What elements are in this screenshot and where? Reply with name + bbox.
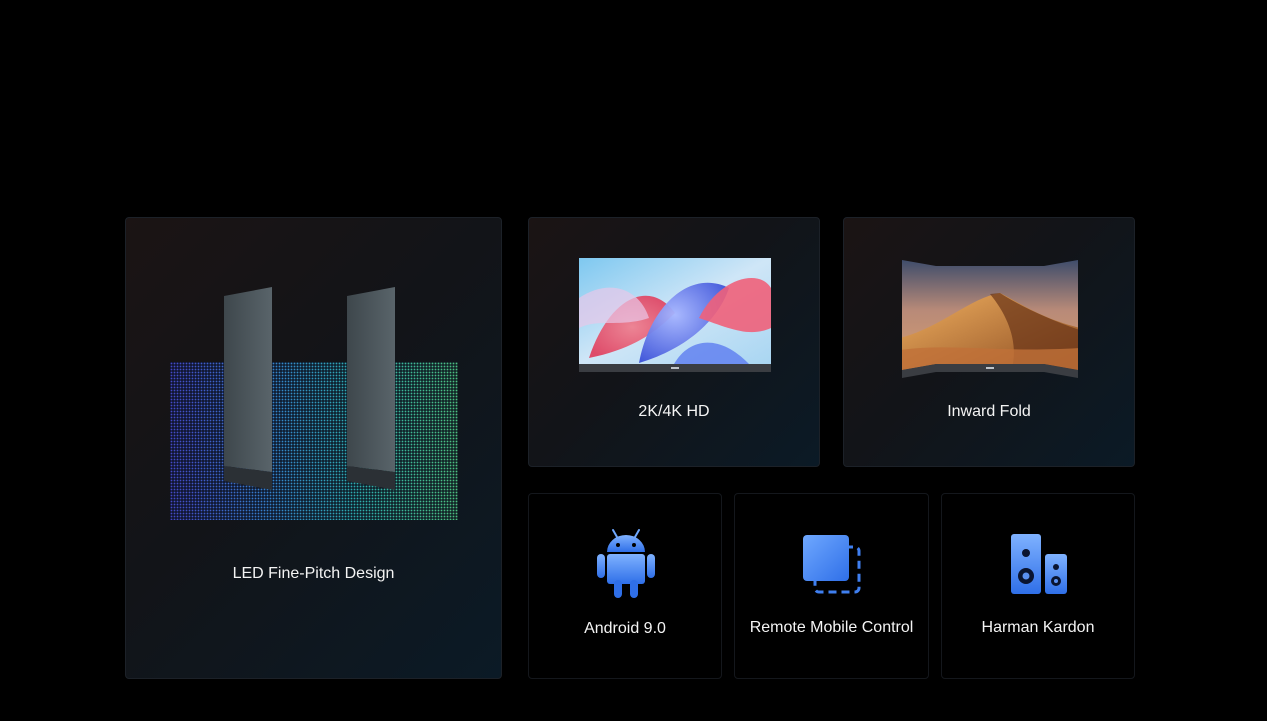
screen-cast-icon [803,535,861,594]
feature-card-remote-control: Remote Mobile Control [734,493,929,679]
feature-card-harman-kardon: Harman Kardon [941,493,1135,679]
feature-card-inward-fold: Inward Fold [843,217,1135,467]
curved-screen-icon [902,260,1078,378]
feature-label-audio: Harman Kardon [981,619,1095,636]
feature-card-hd: 2K/4K HD [528,217,820,467]
led-panel-illustration [170,287,458,520]
feature-label-remote: Remote Mobile Control [749,619,914,636]
feature-label-android: Android 9.0 [584,620,666,637]
feature-showcase-page: { "features": { "led": { "label": "LED F… [0,0,1267,721]
feature-card-android: Android 9.0 [528,493,722,679]
feature-label-led: LED Fine-Pitch Design [232,565,395,582]
tv-screen-icon [579,258,771,372]
feature-label-fold: Inward Fold [947,403,1031,420]
android-icon [597,529,655,598]
speaker-icon [1011,534,1067,594]
feature-label-hd: 2K/4K HD [638,403,710,420]
feature-card-led-fine-pitch: LED Fine-Pitch Design [125,217,502,679]
